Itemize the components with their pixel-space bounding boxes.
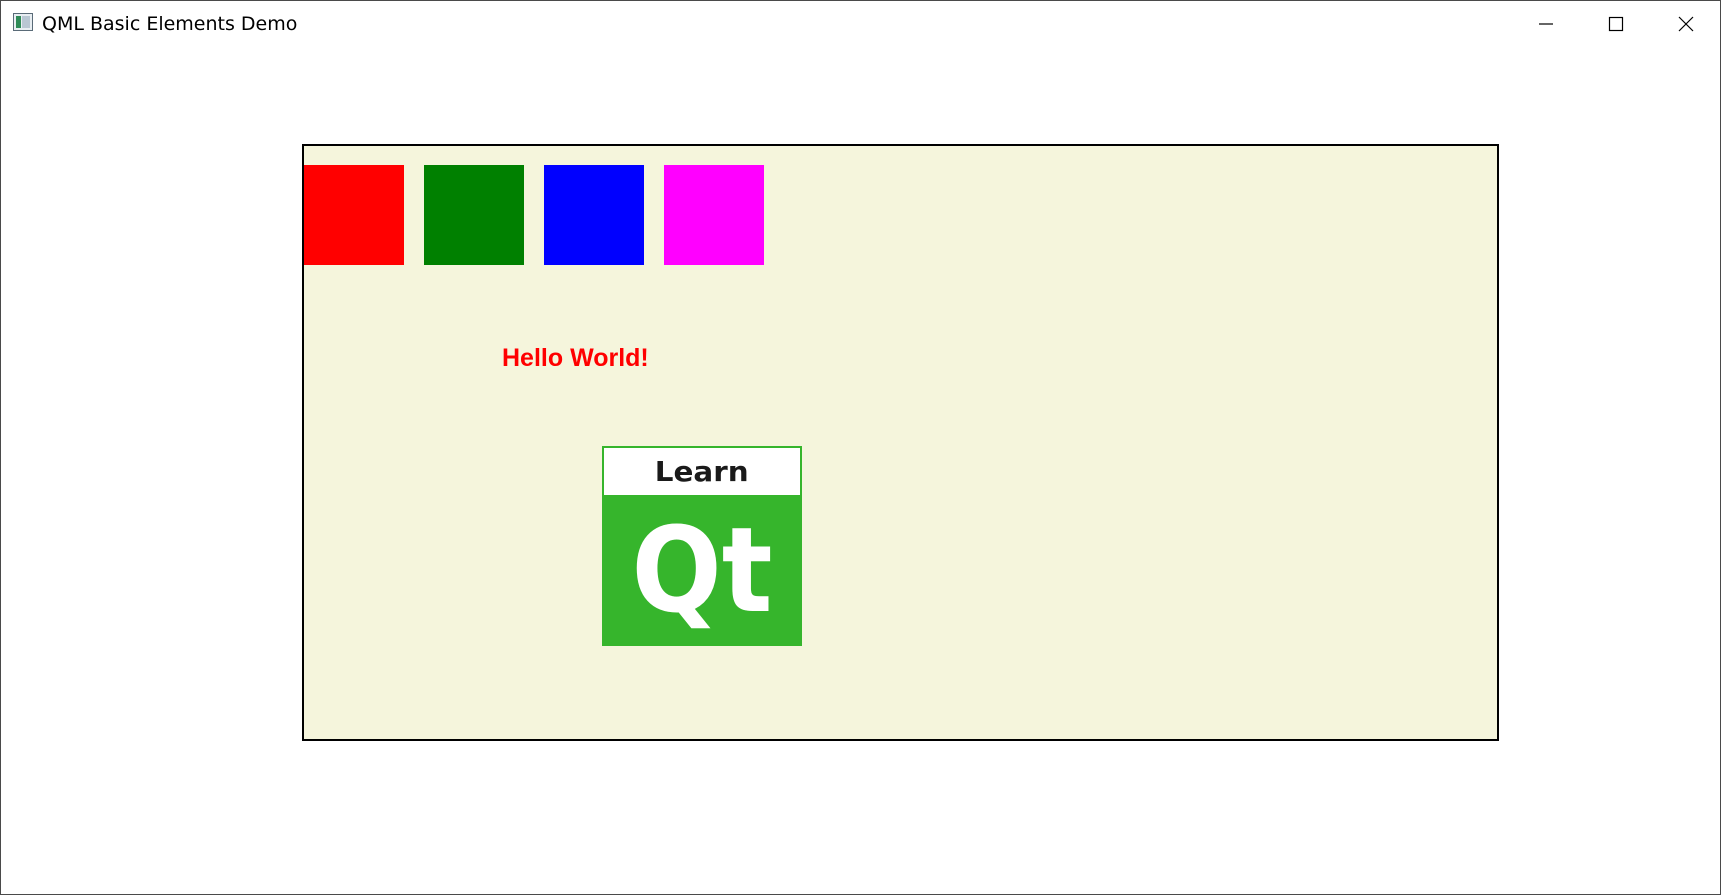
app-window: QML Basic Elements Demo Hello World! Lea… [0,0,1721,895]
red-square [304,165,404,265]
learn-qt-logo-image: Learn Qt [602,446,802,646]
learn-band: Learn [604,448,800,495]
scene-rectangle: Hello World! Learn Qt [302,144,1499,741]
hello-world-text: Hello World! [502,344,649,372]
minimize-icon [1539,22,1553,25]
close-button[interactable] [1651,1,1721,46]
title-bar[interactable]: QML Basic Elements Demo [1,1,1720,49]
qt-label: Qt [631,501,773,639]
learn-label: Learn [655,455,749,488]
close-icon [1678,16,1694,31]
minimize-button[interactable] [1511,1,1581,46]
maximize-button[interactable] [1581,1,1651,46]
qt-app-icon [13,13,33,31]
maximize-icon [1608,16,1624,31]
green-square [424,165,524,265]
blue-square [544,165,644,265]
window-title: QML Basic Elements Demo [42,13,298,35]
magenta-square [664,165,764,265]
